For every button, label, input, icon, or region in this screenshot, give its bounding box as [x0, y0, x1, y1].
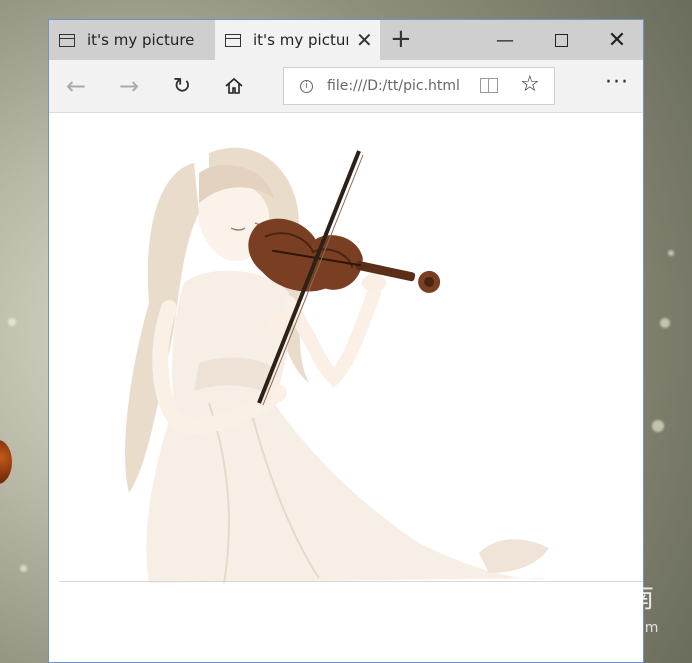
- watermark-domain: zhinan.sogou.com: [516, 620, 660, 636]
- home-button[interactable]: [217, 70, 251, 102]
- desktop-wallpaper-fruit: [0, 440, 12, 484]
- refresh-button[interactable]: ↻: [165, 70, 199, 102]
- more-button[interactable]: ···: [605, 70, 629, 95]
- sogou-logo-icon: S: [514, 581, 544, 612]
- forward-button[interactable]: →: [112, 70, 146, 102]
- back-button[interactable]: ←: [59, 70, 93, 102]
- favorite-star-icon[interactable]: ☆: [520, 72, 540, 97]
- home-icon: [225, 77, 243, 94]
- tab-bar: it's my picture it's my picture ✕ + — ✕: [49, 20, 643, 60]
- tab-close-icon[interactable]: ✕: [356, 28, 373, 52]
- tab-active[interactable]: it's my picture ✕: [215, 20, 380, 60]
- url-text: file:///D:/tt/pic.html: [327, 78, 460, 94]
- maximize-icon: [554, 33, 568, 47]
- navigation-bar: ← → ↻ i file:///D:/tt/pic.html ☆ ···: [49, 60, 643, 113]
- page-icon: [59, 33, 75, 47]
- address-bar[interactable]: i file:///D:/tt/pic.html ☆: [283, 67, 555, 105]
- tab-title: it's my picture: [87, 31, 195, 49]
- page-icon: [225, 33, 241, 47]
- browser-window: it's my picture it's my picture ✕ + — ✕ …: [48, 19, 644, 663]
- tab-title: it's my picture: [253, 31, 348, 49]
- maximize-button[interactable]: [533, 20, 589, 60]
- close-window-button[interactable]: ✕: [589, 20, 643, 60]
- new-tab-button[interactable]: +: [390, 25, 412, 53]
- wallpaper-bokeh: [660, 318, 670, 328]
- wallpaper-bokeh: [652, 420, 664, 432]
- wallpaper-bokeh: [20, 565, 27, 572]
- minimize-button[interactable]: —: [477, 20, 533, 60]
- watermark: S 搜狗指南: [514, 578, 654, 615]
- violin-girl-picture: [125, 147, 549, 583]
- wallpaper-bokeh: [8, 318, 16, 326]
- reading-view-icon[interactable]: [480, 78, 498, 93]
- info-icon[interactable]: i: [300, 79, 313, 93]
- tab-inactive[interactable]: it's my picture: [49, 20, 215, 60]
- wallpaper-bokeh: [668, 250, 674, 256]
- watermark-brand: 搜狗指南: [550, 584, 655, 614]
